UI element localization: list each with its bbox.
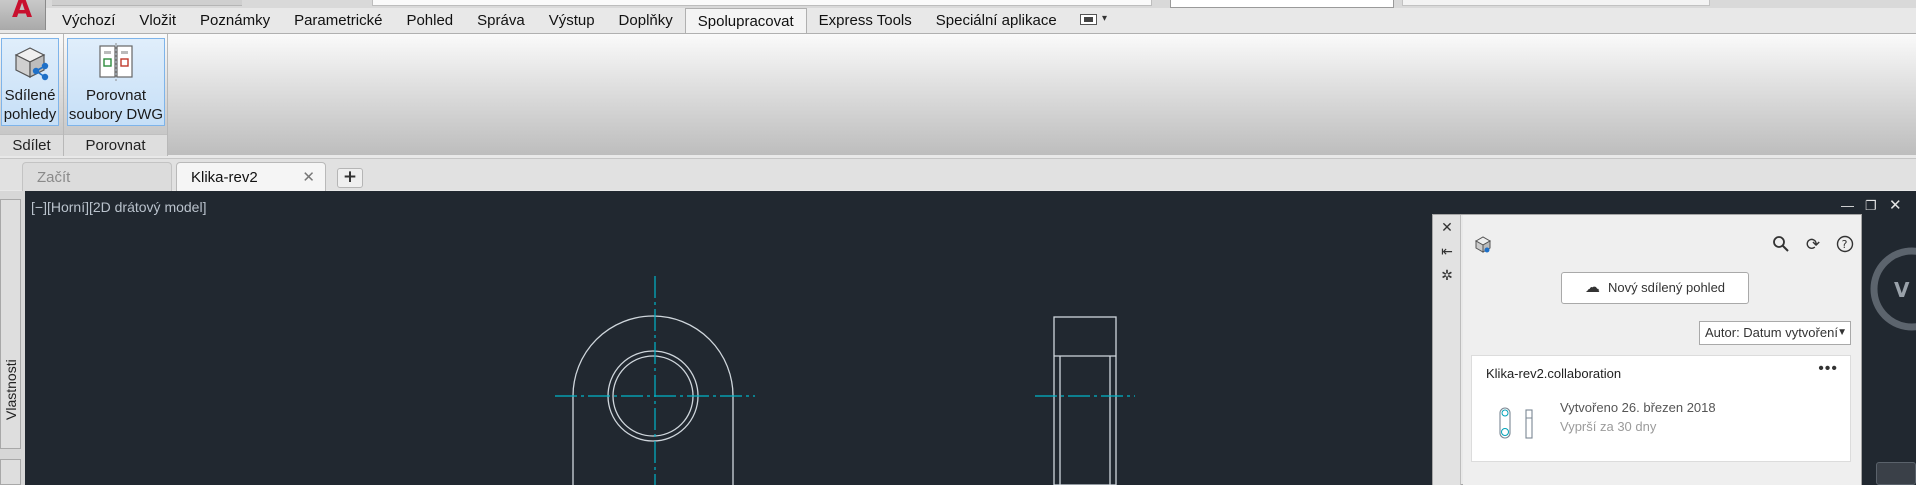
shared-views-label: Sdílené pohledy: [2, 86, 58, 124]
viewport-minimize-icon[interactable]: —: [1841, 198, 1854, 213]
sort-select-value: Autor: Datum vytvoření: [1705, 325, 1838, 340]
close-tab-icon[interactable]: ✕: [302, 168, 315, 186]
ribbon-tabs: Výchozí Vložit Poznámky Parametrické Poh…: [50, 8, 1069, 34]
viewport-restore-icon[interactable]: ❐: [1865, 198, 1877, 214]
shared-views-label-line1: Sdílené: [4, 87, 56, 104]
side-view: [1053, 316, 1117, 485]
account-toolbar[interactable]: [1402, 0, 1710, 6]
palette-properties-icon[interactable]: ✲: [1439, 267, 1455, 283]
tab-vystup[interactable]: Výstup: [537, 8, 607, 34]
help-icon[interactable]: ?: [1835, 235, 1855, 255]
ribbon-panel-area: Sdílené pohledy Sdílet Porovnat soubory …: [0, 33, 1916, 156]
title-bar: [0, 0, 1916, 8]
properties-palette-tab[interactable]: Vlastnosti: [0, 199, 21, 449]
doc-tab-active-label: Klika-rev2: [191, 169, 258, 186]
autocad-logo-icon: A: [12, 0, 33, 24]
front-view: [572, 315, 734, 485]
compare-dwg-label-line2: soubory DWG: [68, 106, 164, 123]
tab-spolupracovat[interactable]: Spolupracovat: [684, 8, 807, 34]
status-bar-button[interactable]: [1876, 462, 1916, 485]
new-drawing-tab-button[interactable]: +: [337, 168, 363, 188]
sort-select[interactable]: Autor: Datum vytvoření ▼: [1699, 321, 1851, 345]
chevron-down-icon: ▼: [1837, 327, 1847, 338]
doc-tab-klika-rev2[interactable]: Klika-rev2 ✕: [176, 162, 326, 191]
compare-dwg-icon: [99, 43, 133, 81]
palette-title-strip: ✕ ⇤ ✲: [1433, 215, 1461, 485]
doc-tab-start[interactable]: Začít: [22, 162, 172, 191]
document-tabs: Začít Klika-rev2 ✕ +: [0, 158, 1916, 191]
properties-palette-label: Vlastnosti: [3, 359, 19, 420]
side-view-outline: [1053, 316, 1117, 485]
shared-view-created: Vytvořeno 26. březen 2018: [1560, 400, 1716, 415]
shared-views-palette: ✕ ⇤ ✲ ⟳ ? ☁ Nový sdílený pohled Autor: Da…: [1432, 214, 1862, 485]
shared-views-content: ⟳ ? ☁ Nový sdílený pohled Autor: Datum vy…: [1463, 215, 1861, 485]
tab-pohled[interactable]: Pohled: [394, 8, 465, 34]
svg-text:V: V: [1894, 278, 1910, 302]
cloud-upload-icon: ☁: [1584, 279, 1600, 296]
tab-poznamky[interactable]: Poznámky: [188, 8, 282, 34]
quick-access-toolbar[interactable]: [52, 0, 242, 6]
panel-compare: Porovnat soubory DWG Porovnat: [64, 34, 168, 156]
minimize-ribbon-icon: [1080, 14, 1097, 25]
shared-view-thumbnail: [1499, 407, 1533, 439]
front-view-centerlines: [555, 276, 755, 485]
shared-views-button[interactable]: Sdílené pohledy: [1, 38, 59, 126]
compare-dwg-label-line1: Porovnat: [85, 87, 147, 104]
new-shared-view-button[interactable]: ☁ Nový sdílený pohled: [1561, 272, 1749, 304]
shared-view-card[interactable]: Klika-rev2.collaboration ••• Vytvořeno 2…: [1471, 355, 1851, 462]
tab-specialni-aplikace[interactable]: Speciální aplikace: [924, 8, 1069, 34]
front-view-outline: [572, 315, 734, 485]
palette-autohide-icon[interactable]: ⇤: [1439, 243, 1455, 259]
panel-share: Sdílené pohledy Sdílet: [0, 34, 64, 156]
panel-title-compare: Porovnat: [64, 134, 167, 156]
shared-views-icon: [14, 47, 49, 81]
viewport-close-icon[interactable]: ✕: [1889, 196, 1902, 214]
tab-vlozit[interactable]: Vložit: [127, 8, 188, 34]
compare-dwg-label: Porovnat soubory DWG: [68, 86, 164, 124]
shared-views-label-line2: pohledy: [3, 106, 57, 123]
viewcube-icon[interactable]: V: [1868, 241, 1916, 341]
shared-views-logo-icon: [1473, 235, 1493, 255]
doc-tab-start-label: Začít: [37, 169, 71, 186]
title-field: [372, 0, 1152, 6]
application-menu-button[interactable]: A: [0, 0, 46, 30]
shared-view-expires: Vyprší za 30 dny: [1560, 419, 1657, 434]
autocad-window: A Výchozí Vložit Poznámky Parametrické P…: [0, 0, 1916, 485]
more-options-icon[interactable]: •••: [1818, 360, 1838, 378]
svg-text:?: ?: [1842, 238, 1848, 251]
compare-dwg-button[interactable]: Porovnat soubory DWG: [67, 38, 165, 126]
second-palette-tab[interactable]: [0, 459, 21, 485]
panel-title-share: Sdílet: [0, 134, 63, 156]
palette-close-icon[interactable]: ✕: [1439, 219, 1455, 235]
search-icon[interactable]: [1771, 235, 1791, 255]
new-shared-view-label: Nový sdílený pohled: [1607, 280, 1726, 295]
refresh-icon[interactable]: ⟳: [1803, 235, 1823, 255]
shared-view-title: Klika-rev2.collaboration: [1486, 366, 1622, 381]
properties-palette-label-wrap: Vlastnosti: [3, 340, 21, 420]
ribbon-display-toggle[interactable]: ▾: [1080, 13, 1114, 27]
tab-parametricke[interactable]: Parametrické: [282, 8, 394, 34]
tab-express-tools[interactable]: Express Tools: [807, 8, 924, 34]
tab-doplnky[interactable]: Doplňky: [607, 8, 685, 34]
tab-sprava[interactable]: Správa: [465, 8, 537, 34]
tab-vychozi[interactable]: Výchozí: [50, 8, 127, 34]
help-search-input[interactable]: [1170, 0, 1394, 8]
chevron-down-icon: ▾: [1102, 13, 1108, 24]
